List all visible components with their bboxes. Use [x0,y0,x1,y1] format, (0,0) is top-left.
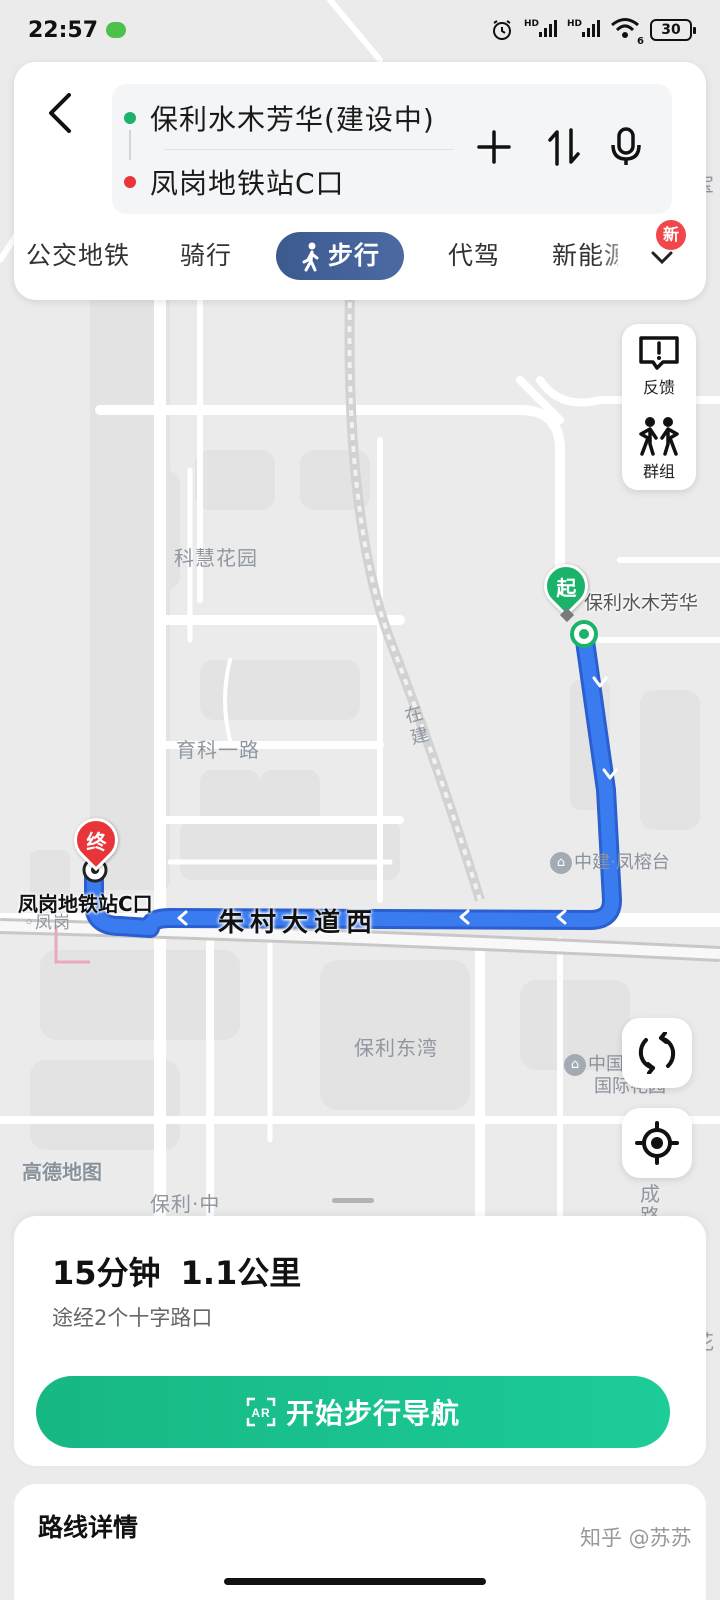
refresh-route-button[interactable] [622,1018,692,1088]
route-duration: 15分钟 [52,1254,161,1292]
map-label-dongwan: 保利东湾 [354,1036,438,1060]
back-arrow-icon [49,93,71,133]
destination-field[interactable]: 凤岗地铁站C口 [124,154,345,210]
chevron-down-icon [651,251,673,265]
route-distance: 1.1公里 [180,1254,302,1292]
map-logo: 高德地图 [22,1160,102,1184]
map-label-kehui: 科慧花园 [174,546,258,570]
tab-walk-label: 步行 [327,241,380,270]
swap-icon [548,128,580,166]
microphone-icon [611,127,641,165]
route-inputs: 保利水木芳华(建设中) 凤岗地铁站C口 [112,84,672,214]
status-bar: 22:57 HD HD 6 30 [0,0,720,60]
destination-text: 凤岗地铁站C口 [150,167,345,200]
voice-input-button[interactable] [602,118,650,176]
feedback-label: 反馈 [642,378,675,397]
road-name-label: 朱村大道西 [218,908,379,938]
group-button[interactable]: 群组 [622,410,696,490]
group-label: 群组 [642,462,675,481]
route-summary: 15分钟 1.1公里 [52,1248,301,1294]
wifi-icon: 6 [610,17,644,47]
start-label: 保利水木芳华 [584,592,699,614]
back-button[interactable] [36,84,84,142]
route-planner-card: 保利水木芳华(建设中) 凤岗地铁站C口 公交地铁 骑行 步行 代驾 新能源 新 [14,62,706,300]
tab-walk[interactable]: 步行 [276,232,404,280]
map-label-baolizhong: 保利·中 [150,1192,221,1216]
route-details-title: 路线详情 [38,1513,139,1542]
map-label-yuke: 育科一路 [176,738,260,762]
ar-icon: AR [246,1397,276,1427]
poi-house-icon: ⌂ [564,1054,586,1076]
start-marker[interactable]: 起 [534,554,598,623]
map-label-guoji1: 中国 [588,1054,624,1075]
origin-dot-icon [124,112,136,124]
battery-icon: 30 [650,19,696,41]
locate-me-button[interactable] [622,1108,692,1178]
svg-text:AR: AR [251,1406,270,1420]
travel-mode-tabs: 公交地铁 骑行 步行 代驾 新能源 新 [14,220,706,282]
route-summary-sheet: 15分钟 1.1公里 途经2个十字路口 AR 开始步行导航 [14,1216,706,1466]
route-via-text: 途经2个十字路口 [52,1306,213,1330]
origin-text: 保利水木芳华(建设中) [150,103,435,136]
swap-route-button[interactable] [540,118,588,176]
locate-icon [635,1121,679,1165]
tab-bike[interactable]: 骑行 [180,230,232,282]
tab-driver[interactable]: 代驾 [448,230,500,282]
end-marker[interactable]: 终 [64,808,128,872]
sheet-drag-handle[interactable] [332,1198,374,1203]
map-poi-zhongjian: ⌂ 中建·凤榕台 [550,848,670,874]
poi-house-icon: ⌂ [550,852,572,874]
start-nav-label: 开始步行导航 [285,1397,460,1430]
walking-person-icon [302,242,319,272]
signal1-icon: HD [524,19,557,41]
tab-transit[interactable]: 公交地铁 [26,230,130,282]
end-label: 凤岗地铁站C口 [18,892,153,916]
tabs-fade [594,230,644,282]
plus-icon [477,130,511,164]
feedback-button[interactable]: 反馈 [622,328,696,408]
feedback-icon [639,336,679,370]
add-waypoint-button[interactable] [470,118,518,176]
alarm-icon [492,20,511,40]
refresh-icon [638,1032,676,1074]
map-label-zhongjian: 中建·凤榕台 [574,852,670,873]
home-indicator[interactable] [224,1578,486,1585]
destination-dot-icon [124,176,136,188]
route-divider [164,149,454,150]
new-badge: 新 [656,220,686,250]
wechat-icon [106,22,127,38]
status-time: 22:57 [28,17,99,43]
group-people-icon [639,417,679,456]
signal2-icon: HD [567,19,600,41]
side-tools-panel: 反馈 群组 [622,324,696,490]
zhihu-watermark: 知乎 @苏苏 [580,1526,692,1550]
start-walk-navigation-button[interactable]: AR 开始步行导航 [36,1376,670,1448]
origin-field[interactable]: 保利水木芳华(建设中) [124,90,435,146]
